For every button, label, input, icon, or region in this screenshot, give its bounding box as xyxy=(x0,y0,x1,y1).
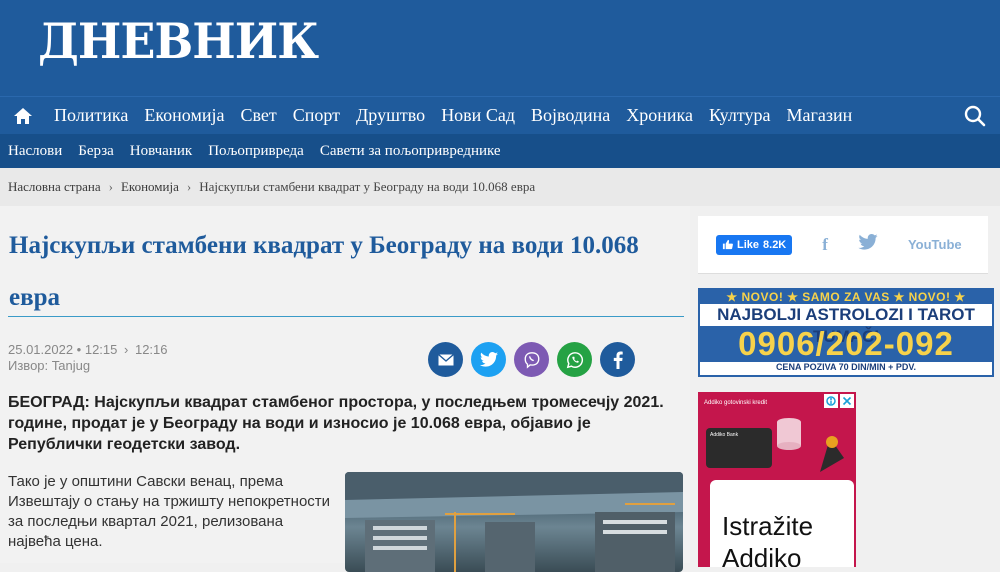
nav-item-magazin[interactable]: Магазин xyxy=(778,105,860,126)
adchoices-icon xyxy=(824,394,838,408)
nav-item-vojvodina[interactable]: Војводина xyxy=(523,105,618,126)
coins-icon xyxy=(777,418,801,450)
breadcrumb-home[interactable]: Насловна страна xyxy=(8,179,101,195)
twitter-icon xyxy=(479,352,498,367)
subnav-item-saveti[interactable]: Савети за пољопривреднике xyxy=(312,143,509,160)
search-icon[interactable] xyxy=(964,105,986,132)
whatsapp-icon xyxy=(566,351,583,368)
facebook-share-button[interactable] xyxy=(600,342,635,377)
article-lead: БЕОГРАД: Најскупљи квадрат стамбеног про… xyxy=(8,394,664,453)
sidebar: Like 8.2K f YouTube ★ NOVO! ★ SAMO ZA VA… xyxy=(698,216,1000,567)
facebook-like-button[interactable]: Like 8.2K xyxy=(716,234,793,255)
nav-item-ekonomija[interactable]: Економија xyxy=(136,105,232,126)
fb-like-count: 8.2K xyxy=(763,238,787,251)
chevron-right-icon: › xyxy=(186,179,192,194)
nav-item-svet[interactable]: Свет xyxy=(232,105,284,126)
social-bar: Like 8.2K f YouTube xyxy=(698,216,988,274)
ad2-text-line2: Addiko xyxy=(722,543,802,567)
nav-item-hronika[interactable]: Хроника xyxy=(618,105,701,126)
subnav-item-naslovi[interactable]: Наслови xyxy=(0,143,70,160)
fb-like-label: Like xyxy=(737,238,760,251)
ad1-top-text: ★ NOVO! ★ SAMO ZA VAS ★ NOVO! ★ xyxy=(698,288,994,304)
twitter-icon[interactable] xyxy=(858,234,878,255)
email-icon xyxy=(437,353,454,365)
breadcrumb-section[interactable]: Економија xyxy=(121,179,179,195)
ad2-bank-name: Addiko Bank xyxy=(710,432,739,438)
ad2-text: Istražite Addiko xyxy=(722,510,813,567)
article-source: Извор: Tanjug xyxy=(8,358,91,373)
viber-share-button[interactable] xyxy=(514,342,549,377)
nav-item-politika[interactable]: Политика xyxy=(46,105,136,126)
youtube-label: YouTube xyxy=(907,237,962,252)
article-title: Најскупљи стамбени квадрат у Београду на… xyxy=(9,232,639,311)
article-updated: 12:16 xyxy=(134,342,168,357)
ad1-headline: NAJBOLJI ASTROLOZI I TAROT TUMAČI xyxy=(700,304,992,346)
ad-addiko-banner[interactable]: Addiko gotovinski kredit Addiko Bank Ist… xyxy=(698,392,856,567)
site-header: ДНЕВНИК xyxy=(0,0,1000,96)
article-body: Тако је у општини Савски венац, према Из… xyxy=(8,473,331,550)
ad1-price-note: CENA POZIVA 70 DIN/MIN + PDV. xyxy=(700,362,992,375)
subnav-item-poljoprivreda[interactable]: Пољопривреда xyxy=(200,143,312,160)
viber-icon xyxy=(524,351,539,369)
facebook-icon xyxy=(613,351,623,369)
subnav-item-berza[interactable]: Берза xyxy=(70,143,122,160)
article-photo[interactable] xyxy=(345,472,683,572)
nav-item-novi-sad[interactable]: Нови Сад xyxy=(433,105,523,126)
ad2-phone-image: Addiko Bank xyxy=(706,428,772,468)
nav-item-sport[interactable]: Спорт xyxy=(285,105,348,126)
title-divider xyxy=(8,316,684,317)
youtube-icon[interactable]: YouTube xyxy=(908,237,962,252)
email-share-button[interactable] xyxy=(428,342,463,377)
article-main: Најскупљи стамбени квадрат у Београду на… xyxy=(0,206,690,572)
article-meta: 25.01.2022 • 12:15 › 12:16 Извор: Tanjug xyxy=(8,342,168,374)
thumbs-up-icon xyxy=(722,239,733,250)
ad-choices[interactable] xyxy=(824,394,854,408)
facebook-icon[interactable]: f xyxy=(822,235,828,255)
ad-astrology-banner[interactable]: ★ NOVO! ★ SAMO ZA VAS ★ NOVO! ★ NAJBOLJI… xyxy=(698,288,994,377)
breadcrumb: Насловна страна › Економија › Најскупљи … xyxy=(0,168,1000,206)
breadcrumb-current: Најскупљи стамбени квадрат у Београду на… xyxy=(199,179,536,194)
nav-item-drustvo[interactable]: Друштво xyxy=(348,105,433,126)
home-icon[interactable] xyxy=(0,107,46,125)
ad1-phone: 0906/202-092 xyxy=(738,325,954,362)
chevron-right-icon: › xyxy=(124,342,129,357)
twitter-share-button[interactable] xyxy=(471,342,506,377)
close-icon xyxy=(840,394,854,408)
subnav-item-novcanik[interactable]: Новчаник xyxy=(122,143,200,160)
chevron-right-icon: › xyxy=(108,179,113,194)
ad2-text-line1: Istražite xyxy=(722,511,814,541)
article-date: 25.01.2022 • 12:15 xyxy=(8,342,118,357)
site-logo[interactable]: ДНЕВНИК xyxy=(38,13,319,70)
main-nav: Политика Економија Свет Спорт Друштво Но… xyxy=(0,96,1000,134)
sub-nav: Наслови Берза Новчаник Пољопривреда Саве… xyxy=(0,134,1000,168)
ad2-small-text: Addiko gotovinski kredit xyxy=(704,400,768,406)
bird-illustration-icon xyxy=(820,436,844,472)
nav-item-kultura[interactable]: Култура xyxy=(701,105,778,126)
whatsapp-share-button[interactable] xyxy=(557,342,592,377)
share-buttons xyxy=(428,342,635,377)
